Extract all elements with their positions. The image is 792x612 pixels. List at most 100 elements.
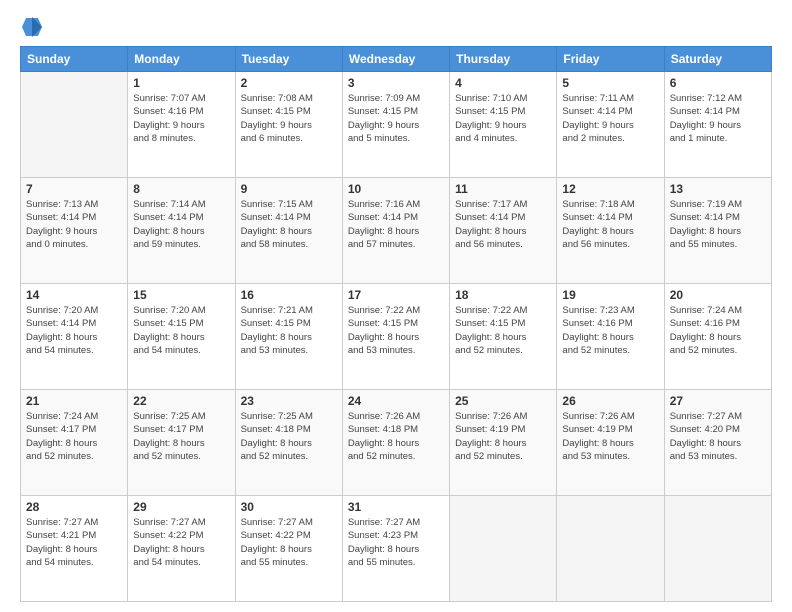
day-number: 27 bbox=[670, 394, 766, 408]
day-number: 13 bbox=[670, 182, 766, 196]
day-info: Sunrise: 7:27 AM Sunset: 4:22 PM Dayligh… bbox=[133, 516, 229, 569]
day-number: 7 bbox=[26, 182, 122, 196]
day-info: Sunrise: 7:27 AM Sunset: 4:20 PM Dayligh… bbox=[670, 410, 766, 463]
day-cell: 31Sunrise: 7:27 AM Sunset: 4:23 PM Dayli… bbox=[342, 496, 449, 602]
day-info: Sunrise: 7:16 AM Sunset: 4:14 PM Dayligh… bbox=[348, 198, 444, 251]
day-number: 17 bbox=[348, 288, 444, 302]
week-row-1: 1 Sunrise: 7:07 AM Sunset: 4:16 PM Daylig… bbox=[21, 72, 772, 178]
day-number: 23 bbox=[241, 394, 337, 408]
day-number: 9 bbox=[241, 182, 337, 196]
day-info: Sunrise: 7:21 AM Sunset: 4:15 PM Dayligh… bbox=[241, 304, 337, 357]
day-cell: 3 Sunrise: 7:09 AM Sunset: 4:15 PM Daylig… bbox=[342, 72, 449, 178]
day-number: 16 bbox=[241, 288, 337, 302]
day-cell: 29Sunrise: 7:27 AM Sunset: 4:22 PM Dayli… bbox=[128, 496, 235, 602]
week-row-5: 28 Sunrise: 7:27 AM Sunset: 4:21 PM Dayli… bbox=[21, 496, 772, 602]
day-number: 31 bbox=[348, 500, 444, 514]
logo-icon bbox=[22, 16, 42, 38]
day-info: Sunrise: 7:18 AM Sunset: 4:14 PM Dayligh… bbox=[562, 198, 658, 251]
day-cell: 30 Sunrise: 7:27 AM Sunset: 4:22 PM Dayli… bbox=[235, 496, 342, 602]
page: SundayMondayTuesdayWednesdayThursdayFrid… bbox=[0, 0, 792, 612]
day-cell: 28 Sunrise: 7:27 AM Sunset: 4:21 PM Dayli… bbox=[21, 496, 128, 602]
logo-block bbox=[20, 16, 42, 38]
day-info: Sunrise: 7:25 AM Sunset: 4:18 PM Dayligh… bbox=[241, 410, 337, 463]
day-cell: 13 Sunrise: 7:19 AM Sunset: 4:14 PM Dayli… bbox=[664, 178, 771, 284]
header-cell-friday: Friday bbox=[557, 47, 664, 72]
logo bbox=[20, 16, 42, 38]
day-info: Sunrise: 7:19 AM Sunset: 4:14 PM Dayligh… bbox=[670, 198, 766, 251]
day-number: 18 bbox=[455, 288, 551, 302]
day-info: Sunrise: 7:10 AM Sunset: 4:15 PM Dayligh… bbox=[455, 92, 551, 145]
day-cell: 1 Sunrise: 7:07 AM Sunset: 4:16 PM Daylig… bbox=[128, 72, 235, 178]
day-info: Sunrise: 7:12 AM Sunset: 4:14 PM Dayligh… bbox=[670, 92, 766, 145]
day-cell bbox=[450, 496, 557, 602]
day-cell: 14 Sunrise: 7:20 AM Sunset: 4:14 PM Dayli… bbox=[21, 284, 128, 390]
day-info: Sunrise: 7:17 AM Sunset: 4:14 PM Dayligh… bbox=[455, 198, 551, 251]
day-cell: 9 Sunrise: 7:15 AM Sunset: 4:14 PM Daylig… bbox=[235, 178, 342, 284]
day-number: 14 bbox=[26, 288, 122, 302]
day-info: Sunrise: 7:20 AM Sunset: 4:14 PM Dayligh… bbox=[26, 304, 122, 357]
day-cell: 15Sunrise: 7:20 AM Sunset: 4:15 PM Dayli… bbox=[128, 284, 235, 390]
day-number: 6 bbox=[670, 76, 766, 90]
day-number: 28 bbox=[26, 500, 122, 514]
day-cell: 10 Sunrise: 7:16 AM Sunset: 4:14 PM Dayli… bbox=[342, 178, 449, 284]
day-number: 20 bbox=[670, 288, 766, 302]
day-number: 11 bbox=[455, 182, 551, 196]
day-cell: 2 Sunrise: 7:08 AM Sunset: 4:15 PM Daylig… bbox=[235, 72, 342, 178]
day-number: 21 bbox=[26, 394, 122, 408]
day-info: Sunrise: 7:22 AM Sunset: 4:15 PM Dayligh… bbox=[455, 304, 551, 357]
day-number: 26 bbox=[562, 394, 658, 408]
day-info: Sunrise: 7:27 AM Sunset: 4:21 PM Dayligh… bbox=[26, 516, 122, 569]
day-cell bbox=[557, 496, 664, 602]
header-cell-monday: Monday bbox=[128, 47, 235, 72]
day-info: Sunrise: 7:13 AM Sunset: 4:14 PM Dayligh… bbox=[26, 198, 122, 251]
calendar-table: SundayMondayTuesdayWednesdayThursdayFrid… bbox=[20, 46, 772, 602]
day-info: Sunrise: 7:26 AM Sunset: 4:19 PM Dayligh… bbox=[455, 410, 551, 463]
day-cell: 20 Sunrise: 7:24 AM Sunset: 4:16 PM Dayli… bbox=[664, 284, 771, 390]
calendar-body: 1 Sunrise: 7:07 AM Sunset: 4:16 PM Daylig… bbox=[21, 72, 772, 602]
header bbox=[20, 16, 772, 38]
day-cell: 16 Sunrise: 7:21 AM Sunset: 4:15 PM Dayli… bbox=[235, 284, 342, 390]
header-cell-tuesday: Tuesday bbox=[235, 47, 342, 72]
day-info: Sunrise: 7:15 AM Sunset: 4:14 PM Dayligh… bbox=[241, 198, 337, 251]
day-cell: 5 Sunrise: 7:11 AM Sunset: 4:14 PM Daylig… bbox=[557, 72, 664, 178]
week-row-4: 21Sunrise: 7:24 AM Sunset: 4:17 PM Dayli… bbox=[21, 390, 772, 496]
day-number: 15 bbox=[133, 288, 229, 302]
day-info: Sunrise: 7:08 AM Sunset: 4:15 PM Dayligh… bbox=[241, 92, 337, 145]
day-cell bbox=[21, 72, 128, 178]
header-cell-saturday: Saturday bbox=[664, 47, 771, 72]
day-cell: 4 Sunrise: 7:10 AM Sunset: 4:15 PM Daylig… bbox=[450, 72, 557, 178]
day-number: 24 bbox=[348, 394, 444, 408]
day-info: Sunrise: 7:25 AM Sunset: 4:17 PM Dayligh… bbox=[133, 410, 229, 463]
day-number: 25 bbox=[455, 394, 551, 408]
header-cell-wednesday: Wednesday bbox=[342, 47, 449, 72]
day-info: Sunrise: 7:11 AM Sunset: 4:14 PM Dayligh… bbox=[562, 92, 658, 145]
day-cell: 21Sunrise: 7:24 AM Sunset: 4:17 PM Dayli… bbox=[21, 390, 128, 496]
day-number: 5 bbox=[562, 76, 658, 90]
day-number: 12 bbox=[562, 182, 658, 196]
day-number: 1 bbox=[133, 76, 229, 90]
day-info: Sunrise: 7:22 AM Sunset: 4:15 PM Dayligh… bbox=[348, 304, 444, 357]
day-cell: 8Sunrise: 7:14 AM Sunset: 4:14 PM Daylig… bbox=[128, 178, 235, 284]
day-cell: 18 Sunrise: 7:22 AM Sunset: 4:15 PM Dayli… bbox=[450, 284, 557, 390]
day-number: 4 bbox=[455, 76, 551, 90]
day-number: 30 bbox=[241, 500, 337, 514]
day-info: Sunrise: 7:26 AM Sunset: 4:18 PM Dayligh… bbox=[348, 410, 444, 463]
day-info: Sunrise: 7:23 AM Sunset: 4:16 PM Dayligh… bbox=[562, 304, 658, 357]
day-info: Sunrise: 7:07 AM Sunset: 4:16 PM Dayligh… bbox=[133, 92, 229, 145]
day-number: 3 bbox=[348, 76, 444, 90]
day-number: 10 bbox=[348, 182, 444, 196]
day-cell: 24 Sunrise: 7:26 AM Sunset: 4:18 PM Dayli… bbox=[342, 390, 449, 496]
day-number: 8 bbox=[133, 182, 229, 196]
day-info: Sunrise: 7:27 AM Sunset: 4:22 PM Dayligh… bbox=[241, 516, 337, 569]
day-info: Sunrise: 7:24 AM Sunset: 4:16 PM Dayligh… bbox=[670, 304, 766, 357]
day-cell: 25 Sunrise: 7:26 AM Sunset: 4:19 PM Dayli… bbox=[450, 390, 557, 496]
day-cell bbox=[664, 496, 771, 602]
day-cell: 27 Sunrise: 7:27 AM Sunset: 4:20 PM Dayli… bbox=[664, 390, 771, 496]
day-number: 2 bbox=[241, 76, 337, 90]
day-cell: 19Sunrise: 7:23 AM Sunset: 4:16 PM Dayli… bbox=[557, 284, 664, 390]
day-cell: 22Sunrise: 7:25 AM Sunset: 4:17 PM Dayli… bbox=[128, 390, 235, 496]
day-info: Sunrise: 7:26 AM Sunset: 4:19 PM Dayligh… bbox=[562, 410, 658, 463]
calendar-header-row: SundayMondayTuesdayWednesdayThursdayFrid… bbox=[21, 47, 772, 72]
day-info: Sunrise: 7:09 AM Sunset: 4:15 PM Dayligh… bbox=[348, 92, 444, 145]
week-row-3: 14 Sunrise: 7:20 AM Sunset: 4:14 PM Dayli… bbox=[21, 284, 772, 390]
